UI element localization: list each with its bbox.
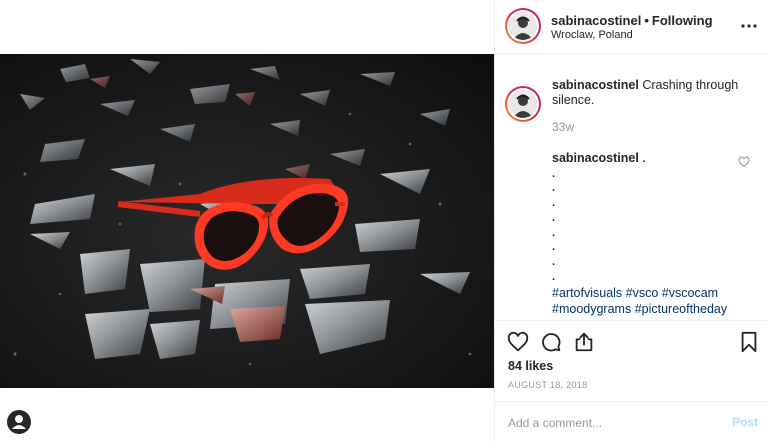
follow-status-button[interactable]: Following <box>652 13 713 28</box>
more-horizontal-icon[interactable] <box>740 20 758 32</box>
left-pane <box>0 0 494 441</box>
comment-composer: Post <box>495 401 768 441</box>
comment-first-line: . <box>642 153 646 165</box>
author-avatar[interactable] <box>505 8 541 44</box>
post-time-ago[interactable]: 33w <box>552 120 574 134</box>
hashtag-link[interactable]: #artofvisuals <box>552 286 622 300</box>
comment-dot-line: . <box>552 255 556 268</box>
avatar-portrait <box>509 12 537 40</box>
comment-dot-line: . <box>552 270 556 283</box>
small-heart-icon[interactable] <box>738 156 750 168</box>
comment-dot-line: . <box>552 241 556 254</box>
separator-dot: • <box>644 13 649 28</box>
hashtag-link[interactable]: #pictureoftheday <box>635 302 727 316</box>
comment-dot-line: . <box>552 226 556 239</box>
comment-dot-line: . <box>552 211 556 224</box>
post-caption: sabinacostinel Crashing through silence. <box>552 78 752 108</box>
hashtag-link[interactable]: #vscocam <box>662 286 718 300</box>
comment-dot-line: . <box>552 197 556 210</box>
comment-username[interactable]: sabinacostinel <box>552 151 639 165</box>
comment-dot-line: . <box>552 182 556 195</box>
like-count[interactable]: 84 likes <box>508 359 553 373</box>
bookmark-icon[interactable] <box>738 331 760 353</box>
comment-item: sabinacostinel . . . . . . . . . #artofv… <box>552 151 752 317</box>
comment-dot-line: . <box>552 167 556 180</box>
avatar-portrait <box>509 90 537 118</box>
user-profile-icon <box>12 415 26 429</box>
caption-author-avatar[interactable] <box>505 86 541 122</box>
author-username[interactable]: sabinacostinel <box>551 13 641 28</box>
header-username-row: sabinacostinel • Following <box>551 13 713 28</box>
post-header: sabinacostinel • Following Wroclaw, Poland <box>495 0 768 54</box>
post-sidebar: sabinacostinel • Following Wroclaw, Poland… <box>494 0 768 441</box>
speech-bubble-icon[interactable] <box>540 331 562 353</box>
hashtag-link[interactable]: #moodygrams <box>552 302 631 316</box>
hashtags: #artofvisuals #vsco #vscocam #moodygrams… <box>552 285 752 317</box>
photo-sunglasses-broken-mirror <box>0 54 494 388</box>
hashtag-link[interactable]: #vsco <box>626 286 659 300</box>
share-icon[interactable] <box>573 331 595 353</box>
post-photo[interactable] <box>0 54 494 388</box>
caption-username[interactable]: sabinacostinel <box>552 78 639 92</box>
post-comment-button[interactable]: Post <box>732 415 758 429</box>
post-location[interactable]: Wroclaw, Poland <box>551 29 633 41</box>
profile-icon[interactable] <box>7 410 31 434</box>
post-date[interactable]: AUGUST 18, 2018 <box>508 380 587 390</box>
post-actions: 84 likes AUGUST 18, 2018 Post <box>495 320 768 441</box>
add-comment-input[interactable] <box>508 414 708 432</box>
heart-icon[interactable] <box>507 331 529 353</box>
